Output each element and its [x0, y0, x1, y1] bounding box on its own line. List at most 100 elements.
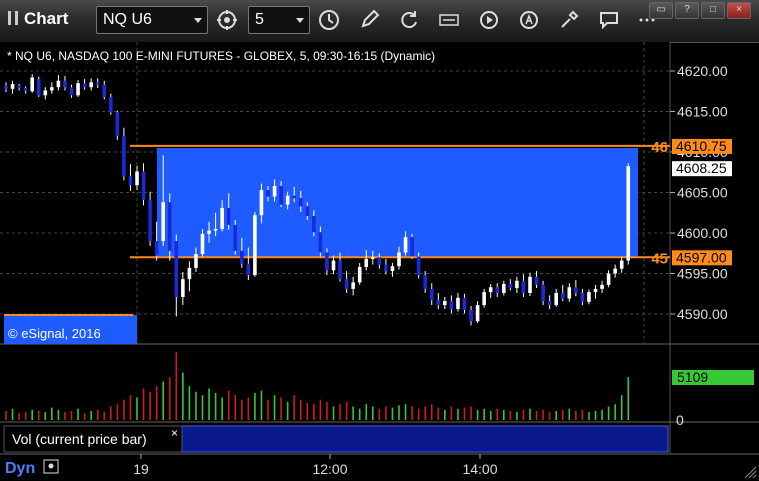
volume-last-value: 5109 [677, 369, 708, 385]
volume-zero-tick: 0 [676, 412, 684, 428]
price-tick-label: 4620.00 [677, 63, 728, 79]
candle-body [89, 82, 93, 88]
time-tick-label: 14:00 [462, 461, 497, 477]
candle-body [246, 263, 251, 276]
time-axis-bg [0, 454, 759, 481]
candle-body [416, 256, 421, 276]
candle-body [613, 268, 617, 274]
refresh-icon[interactable] [396, 7, 422, 33]
lower-level-price: 4597.00 [676, 249, 727, 265]
candle-body [515, 280, 519, 289]
candle-body [56, 80, 61, 88]
candle-body [377, 257, 382, 265]
tools-icon[interactable] [556, 7, 582, 33]
price-axis[interactable]: 4620.004615.004610.004605.004600.004595.… [670, 63, 728, 322]
candle-body [495, 287, 500, 293]
candle-body [475, 305, 480, 322]
candle-body [200, 233, 205, 255]
candle-body [115, 112, 120, 136]
candle-body [187, 267, 192, 280]
candle-body [390, 266, 395, 272]
candle-body [560, 292, 565, 299]
candle-body [567, 287, 572, 299]
candle-body [331, 260, 336, 271]
play-icon[interactable] [476, 7, 502, 33]
candle-body [259, 190, 264, 216]
candle-body [469, 309, 473, 322]
copyright-text: © eSignal, 2016 [8, 326, 101, 341]
candle-body [502, 284, 506, 293]
candle-body [325, 252, 329, 271]
window-title-label: Chart [24, 9, 69, 28]
candle-body [626, 166, 631, 261]
drag-grip-icon[interactable] [8, 11, 18, 25]
candle-body [606, 273, 611, 285]
volume-close-icon[interactable]: × [171, 426, 178, 440]
candle-body [4, 85, 8, 89]
candle-body [285, 195, 290, 205]
restore-icon[interactable]: ▭ [649, 2, 673, 19]
get-data-icon[interactable] [436, 7, 462, 33]
candle-body [423, 275, 427, 289]
help-icon[interactable]: ? [675, 2, 699, 19]
candle-body [43, 90, 48, 96]
comment-icon[interactable] [596, 7, 622, 33]
chevron-down-icon [296, 18, 304, 23]
candle [233, 220, 238, 255]
candle-body [554, 292, 558, 306]
candle-body [508, 284, 513, 289]
chart-canvas[interactable]: * NQ U6, NASDAQ 100 E-MINI FUTURES - GLO… [0, 42, 759, 481]
price-tick-label: 4595.00 [677, 266, 728, 282]
candle-body [547, 301, 552, 306]
candle-body [600, 284, 604, 289]
volume-series [5, 352, 630, 420]
clock-icon[interactable] [316, 7, 342, 33]
candle-body [141, 171, 146, 200]
candle-body [443, 301, 447, 306]
candle-body [462, 297, 467, 310]
candle [253, 211, 257, 277]
candle-body [174, 241, 179, 297]
candle-body [298, 198, 303, 207]
close-icon[interactable]: × [727, 2, 751, 19]
candle-body [272, 186, 277, 197]
price-tick-label: 4605.00 [677, 185, 728, 201]
candle-body [312, 215, 316, 233]
candle [167, 193, 172, 261]
candle-body [397, 252, 401, 267]
candle-body [305, 206, 310, 216]
candle-body [194, 254, 198, 268]
chart-header: * NQ U6, NASDAQ 100 E-MINI FUTURES - GLO… [7, 49, 435, 63]
chevron-down-icon [194, 18, 202, 23]
candle [36, 76, 41, 97]
candle-body [10, 83, 15, 89]
candle-body [351, 282, 355, 289]
lower-level-tag: 45 [651, 250, 668, 267]
candle-body [63, 80, 67, 88]
candle-body [220, 207, 224, 229]
candle-body [69, 87, 74, 96]
candle [626, 163, 631, 265]
last-price: 4608.25 [676, 160, 727, 176]
lock-icon-dot [48, 463, 54, 469]
candle-body [50, 87, 54, 91]
candle-body [102, 84, 107, 97]
symbol-combo[interactable]: NQ U6 [96, 6, 208, 34]
candle [115, 110, 120, 140]
candle-body [338, 260, 342, 280]
alert-icon[interactable] [516, 7, 542, 33]
candle-body [167, 202, 172, 251]
dyn-label[interactable]: Dyn [5, 460, 35, 477]
maximize-icon[interactable]: □ [701, 2, 725, 19]
upper-level-price: 4610.75 [676, 138, 727, 154]
candle-body [109, 96, 113, 113]
interval-combo[interactable]: 5 [248, 6, 310, 34]
price-tick-label: 4590.00 [677, 306, 728, 322]
price-tick-label: 4615.00 [677, 104, 728, 120]
window-title[interactable]: Chart [8, 9, 68, 29]
pencil-icon[interactable] [356, 7, 382, 33]
candle-body [593, 288, 598, 293]
candle-body [456, 297, 460, 310]
link-icon[interactable] [214, 7, 240, 33]
candle-body [233, 224, 238, 251]
